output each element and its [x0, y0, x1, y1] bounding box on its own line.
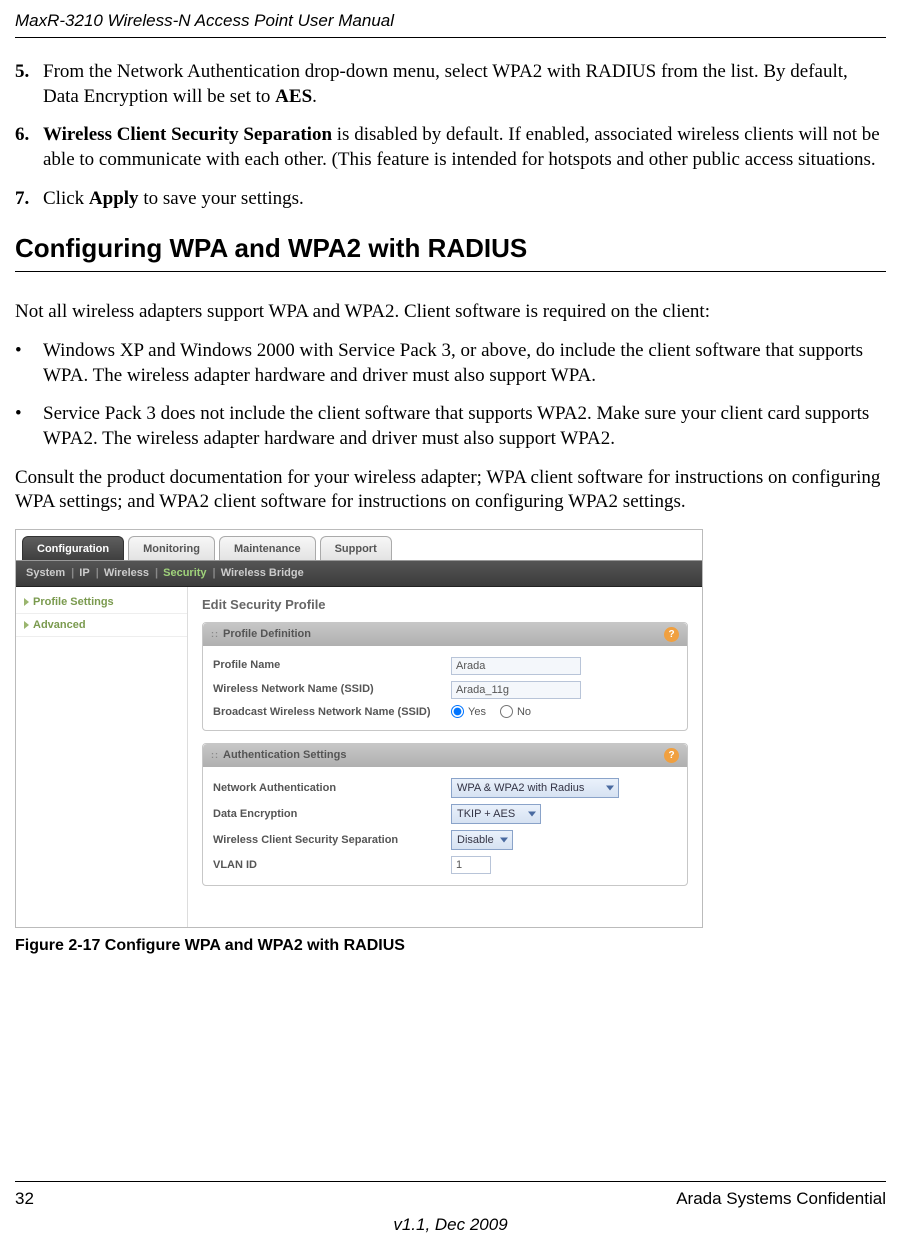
label: Data Encryption [213, 807, 451, 821]
row-network-auth: Network Authentication WPA & WPA2 with R… [213, 775, 677, 801]
text: . [312, 86, 317, 107]
radio-label: Yes [468, 705, 486, 719]
chevron-right-icon [24, 621, 29, 629]
label: VLAN ID [213, 858, 451, 872]
running-header: MaxR-3210 Wireless-N Access Point User M… [15, 0, 886, 38]
vlan-id-input[interactable] [451, 856, 491, 874]
row-data-encryption: Data Encryption TKIP + AES [213, 801, 677, 827]
radio-label: No [517, 705, 531, 719]
step-number: 7. [15, 187, 43, 212]
top-tabs: Configuration Monitoring Maintenance Sup… [16, 530, 702, 561]
label: Wireless Network Name (SSID) [213, 682, 451, 696]
label: Network Authentication [213, 781, 451, 795]
tab-monitoring[interactable]: Monitoring [128, 536, 215, 560]
tab-support[interactable]: Support [320, 536, 392, 560]
page-number: 32 [15, 1188, 34, 1210]
text: Click [43, 188, 89, 209]
row-ssid: Wireless Network Name (SSID) [213, 678, 677, 702]
row-vlan-id: VLAN ID [213, 853, 677, 877]
panel-body: Network Authentication WPA & WPA2 with R… [203, 767, 687, 885]
sidebar-item-advanced[interactable]: Advanced [16, 614, 187, 637]
bullet-body: Service Pack 3 does not include the clie… [43, 402, 886, 451]
tab-configuration[interactable]: Configuration [22, 536, 124, 560]
row-profile-name: Profile Name [213, 654, 677, 678]
left-sidebar: Profile Settings Advanced [16, 587, 188, 927]
sidebar-item-profile-settings[interactable]: Profile Settings [16, 591, 187, 614]
footer-row: 32 Arada Systems Confidential [15, 1188, 886, 1210]
network-auth-select[interactable]: WPA & WPA2 with Radius [451, 778, 619, 798]
text: to save your settings. [139, 188, 304, 209]
page-footer: 32 Arada Systems Confidential v1.1, Dec … [15, 1181, 886, 1246]
radio-input[interactable] [451, 705, 464, 718]
panel-profile-definition: ::Profile Definition ? Profile Name Wire… [202, 622, 688, 731]
paragraph: Consult the product documentation for yo… [15, 466, 886, 515]
tab-maintenance[interactable]: Maintenance [219, 536, 316, 560]
label: Profile Name [213, 658, 451, 672]
panel-title: Authentication Settings [223, 749, 346, 761]
step-body: Click Apply to save your settings. [43, 187, 886, 212]
step-7: 7. Click Apply to save your settings. [15, 187, 886, 212]
help-icon[interactable]: ? [664, 627, 679, 642]
bullet-mark: • [15, 402, 43, 451]
broadcast-radio-group: Yes No [451, 705, 531, 719]
subtab-wireless[interactable]: Wireless [104, 567, 149, 579]
bullet-mark: • [15, 339, 43, 388]
label: Wireless Client Security Separation [213, 833, 451, 847]
subtab-wireless-bridge[interactable]: Wireless Bridge [221, 567, 304, 579]
sidebar-label: Profile Settings [33, 595, 114, 609]
paragraph: Not all wireless adapters support WPA an… [15, 300, 886, 325]
panel-authentication-settings: ::Authentication Settings ? Network Auth… [202, 743, 688, 886]
client-separation-select[interactable]: Disable [451, 830, 513, 850]
grip-icon: :: [211, 629, 219, 639]
figure-caption: Figure 2-17 Configure WPA and WPA2 with … [15, 936, 886, 957]
bold: AES [275, 86, 312, 107]
label: Broadcast Wireless Network Name (SSID) [213, 705, 451, 719]
content-area: Edit Security Profile ::Profile Definiti… [188, 587, 702, 927]
main-area: Profile Settings Advanced Edit Security … [16, 587, 702, 927]
subtab-system[interactable]: System [26, 567, 65, 579]
sidebar-label: Advanced [33, 618, 86, 632]
subtab-security[interactable]: Security [163, 567, 206, 579]
version-label: v1.1, Dec 2009 [15, 1214, 886, 1246]
help-icon[interactable]: ? [664, 748, 679, 763]
radio-yes[interactable]: Yes [451, 705, 486, 719]
step-number: 6. [15, 123, 43, 172]
chevron-right-icon [24, 598, 29, 606]
panel-title: Profile Definition [223, 628, 311, 640]
grip-icon: :: [211, 750, 219, 760]
bullet-item: • Windows XP and Windows 2000 with Servi… [15, 339, 886, 388]
data-encryption-select[interactable]: TKIP + AES [451, 804, 541, 824]
ssid-input[interactable] [451, 681, 581, 699]
content-title: Edit Security Profile [202, 597, 688, 614]
step-number: 5. [15, 60, 43, 109]
text: From the Network Authentication drop-dow… [43, 61, 848, 107]
bullet-item: • Service Pack 3 does not include the cl… [15, 402, 886, 451]
row-broadcast-ssid: Broadcast Wireless Network Name (SSID) Y… [213, 702, 677, 722]
row-client-separation: Wireless Client Security Separation Disa… [213, 827, 677, 853]
step-5: 5. From the Network Authentication drop-… [15, 60, 886, 109]
section-heading: Configuring WPA and WPA2 with RADIUS [15, 232, 886, 273]
panel-body: Profile Name Wireless Network Name (SSID… [203, 646, 687, 730]
panel-header: ::Profile Definition ? [203, 623, 687, 646]
panel-header: ::Authentication Settings ? [203, 744, 687, 767]
bold: Wireless Client Security Separation [43, 124, 332, 145]
profile-name-input[interactable] [451, 657, 581, 675]
bullet-body: Windows XP and Windows 2000 with Service… [43, 339, 886, 388]
step-body: From the Network Authentication drop-dow… [43, 60, 886, 109]
subtab-ip[interactable]: IP [79, 567, 89, 579]
radio-input[interactable] [500, 705, 513, 718]
confidential-label: Arada Systems Confidential [676, 1188, 886, 1210]
sub-tabs: System| IP| Wireless| Security| Wireless… [16, 561, 702, 586]
step-body: Wireless Client Security Separation is d… [43, 123, 886, 172]
step-6: 6. Wireless Client Security Separation i… [15, 123, 886, 172]
radio-no[interactable]: No [500, 705, 531, 719]
screenshot-panel: Configuration Monitoring Maintenance Sup… [15, 529, 703, 928]
bold: Apply [89, 188, 139, 209]
